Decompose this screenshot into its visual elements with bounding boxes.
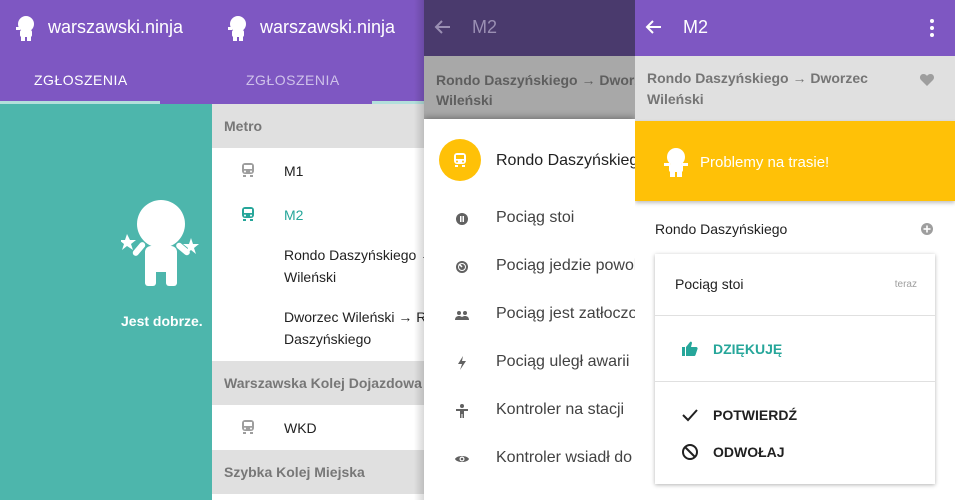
line-title: M2 bbox=[683, 17, 709, 37]
subway-icon bbox=[242, 207, 254, 221]
report-option-train-crowded[interactable]: Pociąg jest zatłoczo bbox=[424, 303, 635, 327]
person-icon bbox=[456, 404, 468, 418]
app-title: warszawski.ninja bbox=[48, 17, 184, 37]
alert-text: Problemy na trasie! bbox=[700, 154, 830, 171]
thanks-label: DZIĘKUJĘ bbox=[713, 341, 783, 357]
screen-lines: warszawski.ninja ZGŁOSZENIA Metro M1 M2 … bbox=[212, 0, 424, 500]
route-line2: Wileński bbox=[647, 91, 704, 107]
people-icon bbox=[455, 311, 469, 320]
route-line1: Rondo Daszyńskiego → Dworzec bbox=[436, 72, 635, 88]
cancel-button[interactable]: ODWOŁAJ bbox=[655, 439, 935, 463]
section-header-skm: Szybka Kolej Miejska bbox=[212, 450, 424, 494]
alert-banner: Problemy na trasie! bbox=[635, 121, 955, 201]
section-header-wkd: Warszawska Kolej Dojazdowa bbox=[212, 361, 424, 405]
report-text: Pociąg stoi bbox=[675, 276, 744, 292]
screen-line-detail: M2 Rondo Daszyńskiego → Dworzec Wileński… bbox=[635, 0, 955, 500]
app-bar: warszawski.ninja bbox=[212, 0, 424, 56]
direction-label-line1: Dworzec Wileński → Ro bbox=[284, 309, 424, 325]
direction-label-line2: Daszyńskiego bbox=[284, 331, 372, 347]
app-bar: M2 bbox=[424, 0, 635, 56]
station-name: Rondo Daszyńskiego bbox=[496, 152, 635, 169]
tab-bar: ZGŁOSZENIA bbox=[212, 56, 424, 104]
tab-bar: ZGŁOSZENIA bbox=[0, 56, 212, 104]
ninja-logo-icon bbox=[16, 16, 34, 41]
cancel-label: ODWOŁAJ bbox=[713, 444, 785, 460]
line-item-m2[interactable]: M2 bbox=[212, 192, 424, 236]
app-bar: warszawski.ninja bbox=[0, 0, 212, 56]
report-card: Pociąg stoi teraz DZIĘKUJĘ POTWIERDŹ ODW… bbox=[655, 254, 935, 484]
option-label: Kontroler na stacji bbox=[496, 401, 625, 418]
subway-icon bbox=[242, 163, 254, 177]
screen-status: warszawski.ninja ZGŁOSZENIA Jest dobrze. bbox=[0, 0, 212, 500]
option-label: Pociąg stoi bbox=[496, 209, 575, 226]
back-arrow-icon[interactable] bbox=[434, 18, 452, 36]
more-vert-icon[interactable] bbox=[929, 18, 935, 38]
report-option-inspector-boarded[interactable]: Kontroler wsiadł do bbox=[424, 447, 635, 471]
confirm-label: POTWIERDŹ bbox=[713, 407, 797, 423]
report-option-train-failure[interactable]: Pociąg uległ awarii bbox=[424, 351, 635, 375]
route-label: Rondo Daszyńskiego → Dworzec Wileński bbox=[436, 70, 635, 110]
report-time: teraz bbox=[894, 279, 917, 290]
route-line1: Rondo Daszyńskiego → Dworzec bbox=[647, 70, 868, 86]
line-label: M1 bbox=[284, 163, 304, 179]
line-title: M2 bbox=[472, 17, 498, 37]
train-icon bbox=[242, 420, 254, 434]
tab-reports[interactable]: ZGŁOSZENIA bbox=[246, 72, 340, 88]
option-label: Kontroler wsiadł do bbox=[496, 449, 633, 466]
ninja-alert-icon bbox=[664, 148, 688, 177]
ninja-logo-icon bbox=[228, 16, 246, 41]
line-item-wkd[interactable]: WKD bbox=[212, 405, 424, 449]
report-option-inspector-station[interactable]: Kontroler na stacji bbox=[424, 399, 635, 423]
check-icon bbox=[682, 409, 698, 422]
line-item-m1[interactable]: M1 bbox=[212, 148, 424, 192]
add-circle-icon[interactable] bbox=[920, 222, 934, 236]
section-title: Metro bbox=[224, 118, 263, 134]
route-label: Rondo Daszyńskiego → Dworzec Wileński bbox=[647, 68, 868, 110]
direction-label-line2: Wileński bbox=[284, 269, 337, 285]
divider bbox=[655, 381, 935, 382]
ninja-mascot-icon bbox=[121, 200, 199, 286]
subway-icon bbox=[454, 153, 466, 167]
option-label: Pociąg uległ awarii bbox=[496, 353, 630, 370]
screen-report-sheet: M2 Rondo Daszyńskiego → Dworzec Wileński… bbox=[424, 0, 635, 500]
report-option-train-slow[interactable]: Pociąg jedzie powol bbox=[424, 255, 635, 279]
thanks-button[interactable]: DZIĘKUJĘ bbox=[655, 336, 935, 360]
lightning-icon bbox=[458, 356, 466, 370]
direction-item[interactable]: Dworzec Wileński → Ro Daszyńskiego bbox=[212, 302, 424, 358]
thumb-up-icon bbox=[682, 341, 698, 356]
screen-divider-shadow bbox=[414, 0, 424, 500]
confirm-button[interactable]: POTWIERDŹ bbox=[655, 402, 935, 426]
app-bar: M2 bbox=[635, 0, 955, 56]
report-option-train-stopped[interactable]: Pociąg stoi bbox=[424, 207, 635, 231]
back-arrow-icon[interactable] bbox=[645, 18, 663, 36]
section-header-metro: Metro bbox=[212, 104, 424, 148]
line-label: WKD bbox=[284, 420, 317, 436]
station-badge bbox=[439, 139, 481, 181]
eye-icon bbox=[455, 456, 469, 462]
tab-indicator bbox=[0, 101, 160, 104]
heart-icon[interactable] bbox=[919, 72, 935, 88]
app-title: warszawski.ninja bbox=[260, 17, 396, 37]
status-message: Jest dobrze. bbox=[121, 313, 203, 329]
slow-icon bbox=[456, 261, 468, 273]
direction-label-line1: Rondo Daszyńskiego → bbox=[284, 247, 424, 263]
divider bbox=[655, 315, 935, 316]
route-line2: Wileński bbox=[436, 92, 493, 108]
block-icon bbox=[682, 444, 698, 460]
pause-icon bbox=[456, 213, 468, 225]
section-title: Szybka Kolej Miejska bbox=[224, 464, 365, 480]
section-title: Warszawska Kolej Dojazdowa bbox=[224, 375, 422, 391]
route-header: Rondo Daszyńskiego → Dworzec Wileński bbox=[635, 56, 955, 121]
option-label: Pociąg jedzie powol bbox=[496, 257, 635, 274]
tab-reports[interactable]: ZGŁOSZENIA bbox=[34, 72, 128, 88]
station-name: Rondo Daszyńskiego bbox=[655, 221, 788, 237]
route-header: Rondo Daszyńskiego → Dworzec Wileński bbox=[424, 56, 635, 119]
option-label: Pociąg jest zatłoczo bbox=[496, 305, 635, 322]
direction-item[interactable]: Rondo Daszyńskiego → Wileński bbox=[212, 240, 424, 296]
line-label: M2 bbox=[284, 207, 304, 223]
